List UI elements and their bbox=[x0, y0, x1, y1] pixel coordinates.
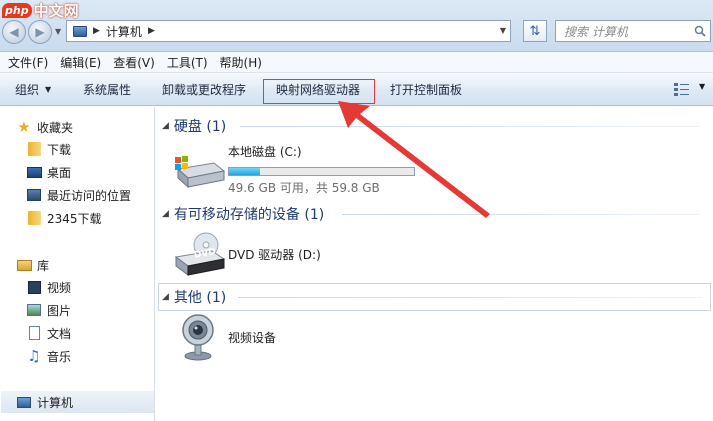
nav-documents[interactable]: 文档 bbox=[26, 322, 71, 344]
menu-file[interactable]: 文件(F) bbox=[2, 54, 54, 71]
menu-tools[interactable]: 工具(T) bbox=[161, 54, 214, 71]
recent-places-icon bbox=[26, 187, 42, 203]
group-title-removable: 有可移动存储的设备 (1) bbox=[173, 207, 325, 223]
breadcrumb-separator-icon[interactable]: ▶ bbox=[93, 26, 100, 36]
nav-music[interactable]: ♫ 音乐 bbox=[26, 345, 71, 367]
nav-favorites[interactable]: ★ 收藏夹 bbox=[16, 116, 73, 138]
collapse-triangle-icon[interactable]: ◢ bbox=[162, 292, 169, 302]
group-header-other[interactable]: ◢ 其他 (1) bbox=[162, 287, 226, 307]
nav-downloads[interactable]: 下载 bbox=[26, 138, 71, 160]
back-button[interactable]: ◀ bbox=[2, 20, 26, 44]
nav-libraries[interactable]: 库 bbox=[16, 254, 49, 276]
folder-icon bbox=[26, 141, 42, 157]
nav-2345-label: 2345下载 bbox=[47, 211, 102, 226]
music-note-icon: ♫ bbox=[27, 347, 41, 365]
collapse-triangle-icon[interactable]: ◢ bbox=[162, 209, 169, 219]
navigation-pane: ★ 收藏夹 下载 桌面 最近访问的位置 2345下载 库 视频 图片 文档 ♫ … bbox=[0, 107, 155, 421]
collapse-triangle-icon[interactable]: ◢ bbox=[162, 121, 169, 131]
group-header-hard-disks[interactable]: ◢ 硬盘 (1) bbox=[162, 116, 226, 136]
nav-desktop[interactable]: 桌面 bbox=[26, 161, 71, 183]
star-icon: ★ bbox=[17, 118, 31, 136]
refresh-button[interactable]: ⇅ bbox=[523, 20, 547, 42]
webcam-icon[interactable] bbox=[178, 313, 218, 361]
watermark-text: 中文网 bbox=[33, 1, 79, 20]
dvd-drive-name[interactable]: DVD 驱动器 (D:) bbox=[228, 246, 321, 263]
watermark-badge: php bbox=[2, 2, 32, 18]
organize-button[interactable]: 组织 bbox=[15, 81, 39, 99]
drive-c-name[interactable]: 本地磁盘 (C:) bbox=[228, 143, 302, 160]
nav-favorites-label: 收藏夹 bbox=[37, 120, 74, 135]
computer-icon bbox=[16, 394, 32, 410]
folder-icon bbox=[26, 210, 42, 226]
chevron-down-icon[interactable]: ▼ bbox=[45, 81, 51, 99]
nav-documents-label: 文档 bbox=[47, 326, 72, 341]
nav-music-label: 音乐 bbox=[47, 349, 72, 364]
computer-icon bbox=[73, 25, 87, 37]
nav-videos-label: 视频 bbox=[47, 280, 72, 295]
annotation-arrow bbox=[338, 101, 490, 218]
menu-view[interactable]: 查看(V) bbox=[107, 54, 161, 71]
group-title-hard-disks: 硬盘 (1) bbox=[173, 119, 227, 135]
nav-desktop-label: 桌面 bbox=[47, 165, 72, 180]
breadcrumb-computer[interactable]: 计算机 bbox=[106, 23, 142, 40]
breadcrumb-separator-icon[interactable]: ▶ bbox=[148, 26, 155, 36]
back-arrow-icon: ◀ bbox=[9, 25, 19, 39]
search-icon[interactable] bbox=[694, 25, 706, 37]
group-header-removable[interactable]: ◢ 有可移动存储的设备 (1) bbox=[162, 204, 324, 224]
drive-c-usage-fill bbox=[229, 168, 261, 175]
pictures-icon bbox=[26, 302, 42, 318]
nav-computer[interactable]: 计算机 bbox=[1, 391, 154, 413]
menu-help[interactable]: 帮助(H) bbox=[214, 54, 268, 71]
nav-libraries-label: 库 bbox=[37, 258, 50, 273]
nav-downloads-label: 下载 bbox=[47, 142, 72, 157]
video-library-icon bbox=[26, 279, 42, 295]
desktop-icon bbox=[26, 164, 42, 180]
search-input[interactable]: 搜索 计算机 bbox=[555, 20, 711, 42]
forward-arrow-icon: ▶ bbox=[35, 25, 45, 39]
forward-button[interactable]: ▶ bbox=[28, 20, 52, 44]
nav-computer-label: 计算机 bbox=[37, 395, 74, 410]
address-input[interactable]: ▶ 计算机 ▶ ▼ bbox=[66, 20, 511, 42]
view-options-icon[interactable] bbox=[674, 82, 690, 96]
menu-bar: 文件(F) 编辑(E) 查看(V) 工具(T) 帮助(H) bbox=[0, 52, 713, 73]
refresh-icon: ⇅ bbox=[529, 23, 541, 39]
uninstall-program-button[interactable]: 卸载或更改程序 bbox=[162, 81, 246, 99]
search-placeholder: 搜索 计算机 bbox=[564, 24, 628, 39]
watermark-logo: php 中文网 bbox=[2, 0, 79, 20]
nav-recent-places[interactable]: 最近访问的位置 bbox=[26, 184, 131, 206]
nav-pictures[interactable]: 图片 bbox=[26, 299, 71, 321]
recent-pages-dropdown[interactable]: ▼ bbox=[55, 27, 61, 36]
nav-pictures-label: 图片 bbox=[47, 303, 72, 318]
documents-icon bbox=[26, 325, 42, 341]
nav-videos[interactable]: 视频 bbox=[26, 276, 71, 298]
menu-edit[interactable]: 编辑(E) bbox=[54, 54, 107, 71]
camera-device-name[interactable]: 视频设备 bbox=[228, 329, 276, 346]
group-title-other: 其他 (1) bbox=[173, 290, 227, 306]
address-dropdown-icon[interactable]: ▼ bbox=[500, 26, 506, 35]
nav-2345-downloads[interactable]: 2345下载 bbox=[26, 207, 102, 229]
library-icon bbox=[16, 257, 32, 273]
address-bar-area: php 中文网 ◀ ▶ ▼ ▶ 计算机 ▶ ▼ ⇅ 搜索 计算机 bbox=[0, 0, 713, 52]
hard-drive-icon[interactable] bbox=[174, 151, 226, 191]
system-properties-button[interactable]: 系统属性 bbox=[83, 81, 131, 99]
group-divider bbox=[238, 297, 702, 298]
view-dropdown-icon[interactable]: ▼ bbox=[699, 82, 705, 91]
nav-recent-label: 最近访问的位置 bbox=[47, 188, 132, 203]
